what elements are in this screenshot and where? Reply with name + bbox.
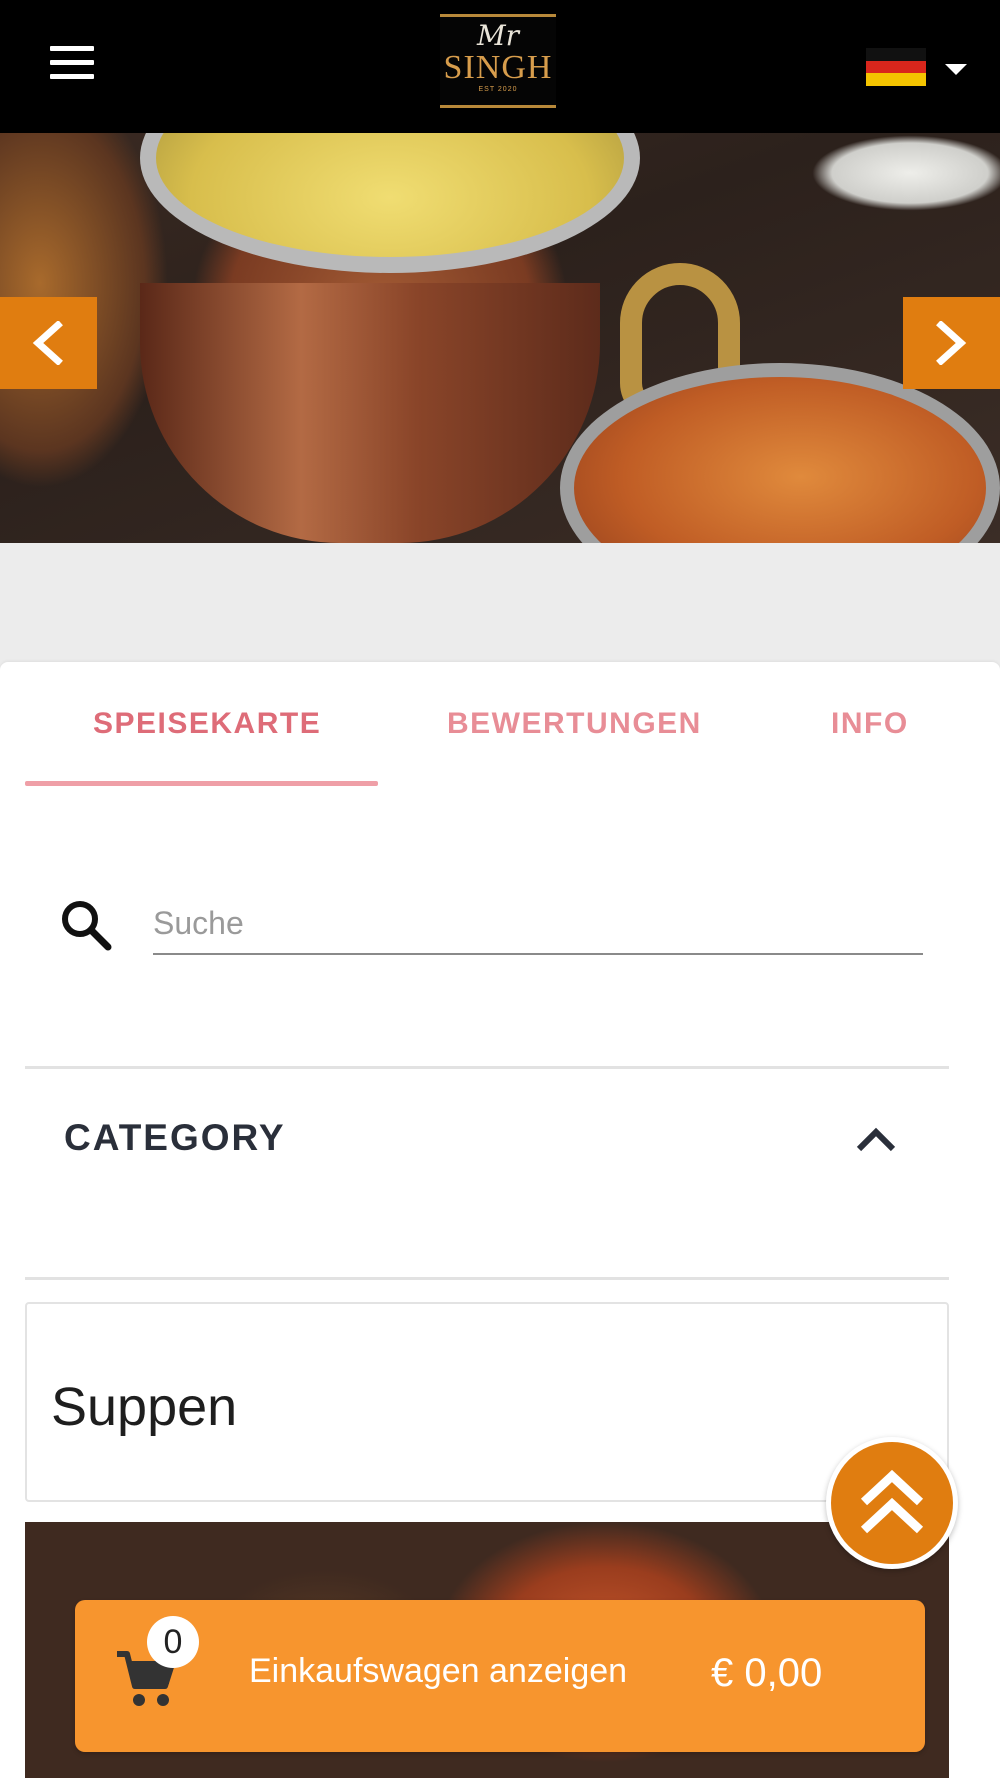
- section-header: Suppen: [25, 1302, 949, 1502]
- menu-icon[interactable]: [50, 46, 94, 80]
- double-chevron-up-icon: [860, 1469, 924, 1534]
- tab-info[interactable]: INFO: [831, 707, 909, 741]
- search-bar: [25, 877, 960, 977]
- hero-carousel: [0, 133, 1000, 543]
- cart-count-badge: 0: [147, 1616, 199, 1668]
- cart-total: € 0,00: [711, 1651, 823, 1695]
- carousel-prev-button[interactable]: [0, 297, 97, 389]
- view-cart-button[interactable]: 0 Einkaufswagen anzeigen € 0,00: [75, 1600, 925, 1752]
- logo-top-text: Mr: [476, 19, 520, 52]
- hero-rice-bowl: [140, 133, 640, 273]
- hero-copper-pot: [140, 283, 600, 543]
- search-icon: [62, 901, 112, 951]
- tab-speisekarte[interactable]: SPEISEKARTE: [93, 707, 321, 741]
- chevron-right-icon: [936, 321, 967, 365]
- germany-flag-icon: [866, 48, 926, 86]
- category-title: CATEGORY: [64, 1117, 286, 1158]
- restaurant-logo[interactable]: Mr SINGH EST 2020: [440, 14, 556, 108]
- category-accordion[interactable]: CATEGORY: [25, 1066, 949, 1280]
- logo-main-text: SINGH: [443, 49, 553, 86]
- language-selector[interactable]: [866, 48, 972, 88]
- logo-sub-text: EST 2020: [478, 86, 518, 93]
- page: Mr SINGH EST 2020 SPEISEKARTE BEWERTUNGE…: [0, 0, 1000, 1778]
- chevron-left-icon: [32, 321, 63, 365]
- search-input[interactable]: [153, 887, 923, 955]
- active-tab-indicator: [25, 781, 378, 786]
- scroll-to-top-button[interactable]: [826, 1437, 958, 1569]
- top-bar: Mr SINGH EST 2020: [0, 0, 1000, 133]
- section-title: Suppen: [51, 1377, 238, 1437]
- tab-bewertungen[interactable]: BEWERTUNGEN: [447, 707, 702, 741]
- caret-down-icon: [945, 64, 967, 75]
- chevron-up-icon: [856, 1127, 896, 1152]
- cart-label: Einkaufswagen anzeigen: [249, 1652, 628, 1690]
- carousel-next-button[interactable]: [903, 297, 1000, 389]
- tab-bar: SPEISEKARTE BEWERTUNGEN INFO: [25, 662, 985, 787]
